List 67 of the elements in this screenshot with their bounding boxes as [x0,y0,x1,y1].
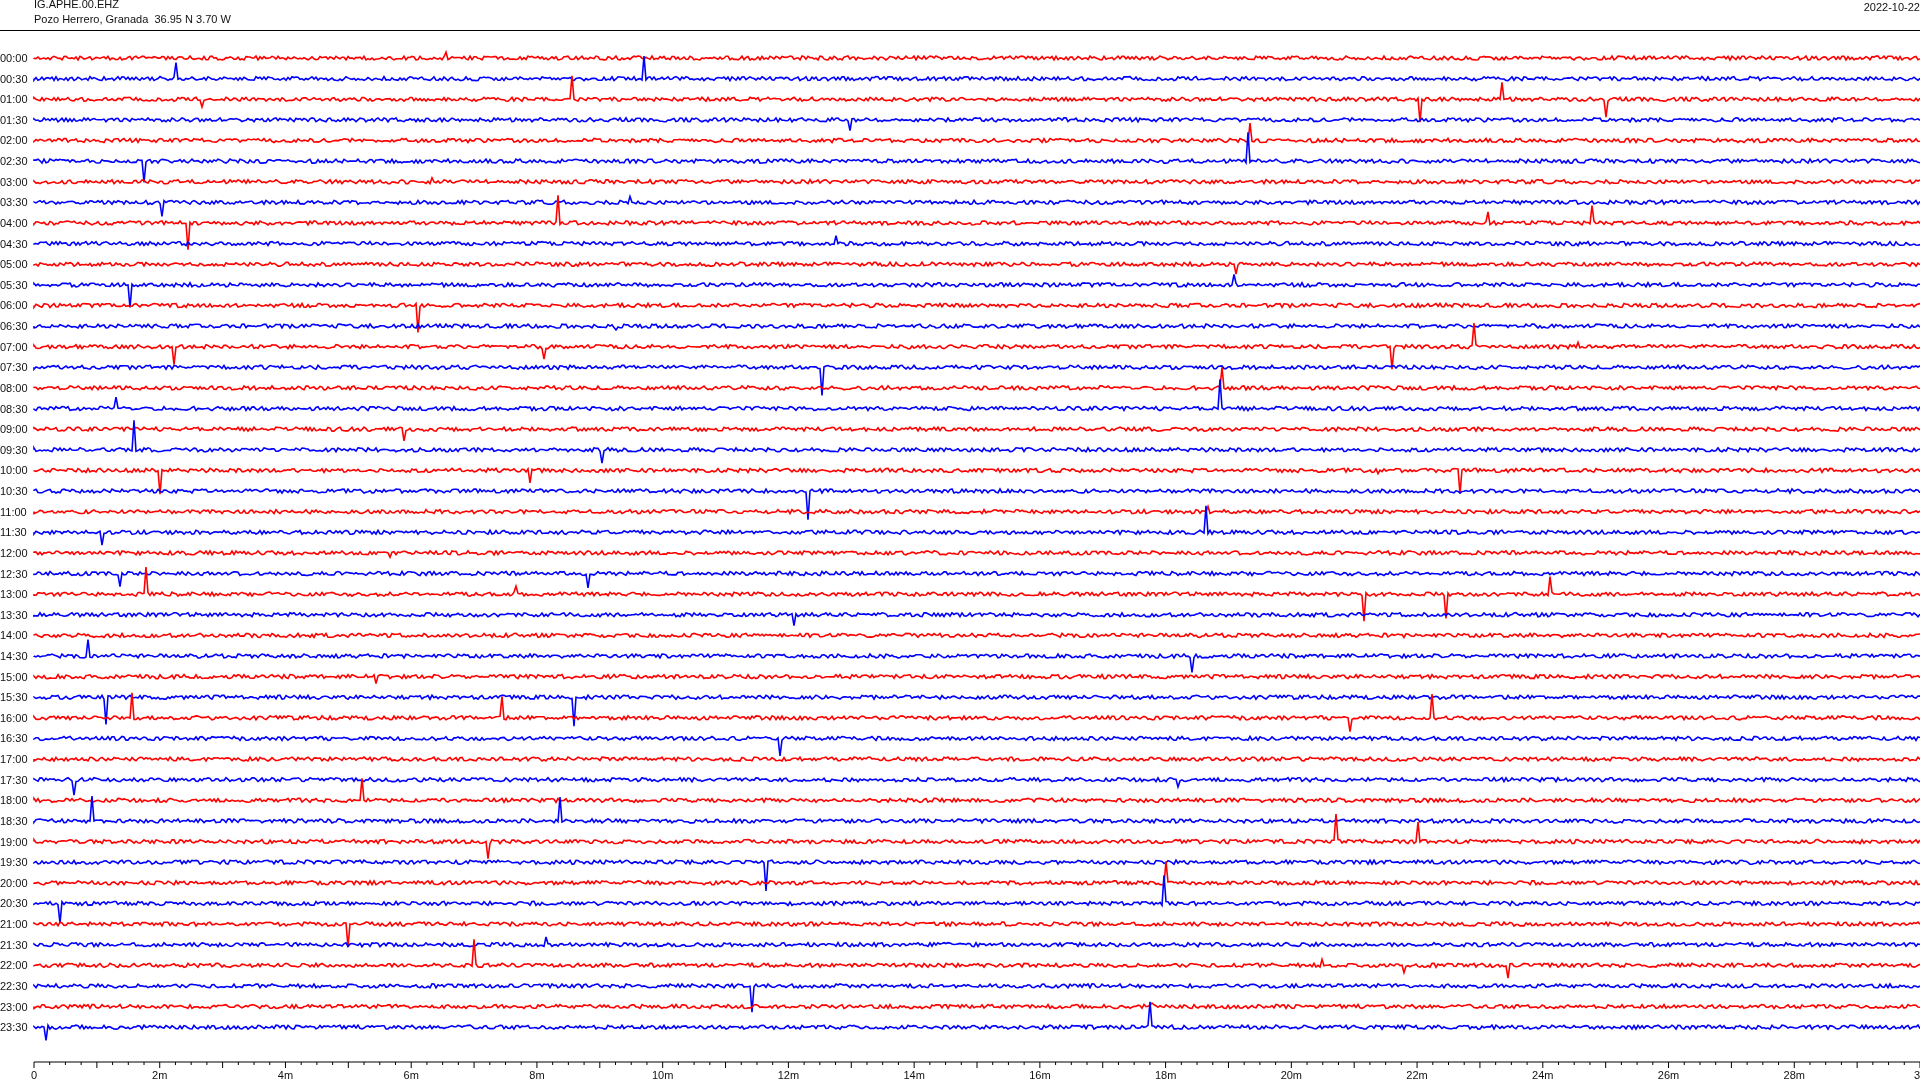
time-label: 12:30 [0,567,28,580]
time-label: 10:30 [0,485,28,497]
time-label: 06:00 [0,299,28,312]
station-code: IG.APHE.00.EHZ [34,0,120,10]
time-label: 21:00 [0,918,28,931]
time-label: 01:30 [0,113,28,126]
time-label: 14:30 [0,650,28,662]
axis-tick-label: 3 [1913,1069,1920,1080]
time-label: 11:30 [0,526,27,539]
time-label: 19:30 [0,856,28,869]
time-label: 23:30 [0,1021,28,1034]
time-label: 23:00 [0,1000,28,1013]
time-label: 22:00 [0,959,28,972]
axis-tick-label: 14m [903,1069,925,1080]
time-label: 03:00 [0,175,28,188]
axis-tick-label: 2m [152,1069,168,1080]
time-label: 15:30 [0,691,28,704]
time-label: 04:30 [0,237,28,250]
time-label: 17:30 [0,773,28,786]
time-label: 07:30 [0,361,28,374]
time-label: 17:00 [0,753,28,766]
time-label: 03:30 [0,196,28,209]
axis-tick-label: 22m [1406,1069,1428,1080]
axis-tick-label: 10m [651,1069,674,1080]
time-label: 02:00 [0,134,28,147]
time-label: 13:00 [0,588,28,601]
time-label: 13:30 [0,608,28,621]
time-label: 02:30 [0,155,28,168]
time-label: 20:30 [0,897,28,910]
axis-tick-label: 8m [529,1069,545,1080]
time-label: 20:00 [0,876,28,889]
axis-tick-label: 12m [777,1069,800,1080]
axis-tick-label: 18m [1154,1069,1177,1080]
axis-tick-label: 0 [30,1069,38,1080]
axis-tick-label: 24m [1532,1069,1554,1080]
time-label: 08:00 [0,381,28,394]
time-label: 04:00 [0,216,28,229]
time-label: 19:00 [0,835,28,848]
time-label: 09:30 [0,443,28,456]
time-label: 05:30 [0,278,28,291]
time-label: 12:00 [0,546,28,559]
axis-tick-label: 26m [1657,1069,1680,1080]
time-label: 15:00 [0,670,28,683]
time-label: 16:00 [0,711,28,724]
axis-tick-label: 20m [1280,1069,1303,1080]
axis-tick-label: 6m [403,1069,419,1080]
time-label: 11:00 [0,505,27,518]
time-label: 21:30 [0,938,28,951]
time-label: 08:30 [0,402,28,415]
time-label: 10:00 [0,464,28,477]
axis-tick-label: 16m [1029,1069,1051,1080]
time-label: 18:30 [0,814,28,827]
time-label: 00:30 [0,72,28,85]
time-label: 16:30 [0,732,28,745]
time-label: 05:00 [0,258,28,271]
time-label: 18:00 [0,794,28,807]
time-label: 01:00 [0,93,28,106]
time-label: 14:00 [0,629,28,642]
time-label: 00:00 [0,52,28,64]
time-label: 09:00 [0,423,28,436]
time-label: 06:30 [0,320,28,333]
axis-tick-label: 28m [1783,1069,1805,1080]
station-location: Pozo Herrero, Granada 36.95 N 3.70 W [34,12,231,26]
time-label: 22:30 [0,979,28,992]
axis-tick-label: 4m [277,1069,294,1080]
date-label: 2022-10-22 [1863,0,1920,14]
time-label: 07:00 [0,340,28,353]
